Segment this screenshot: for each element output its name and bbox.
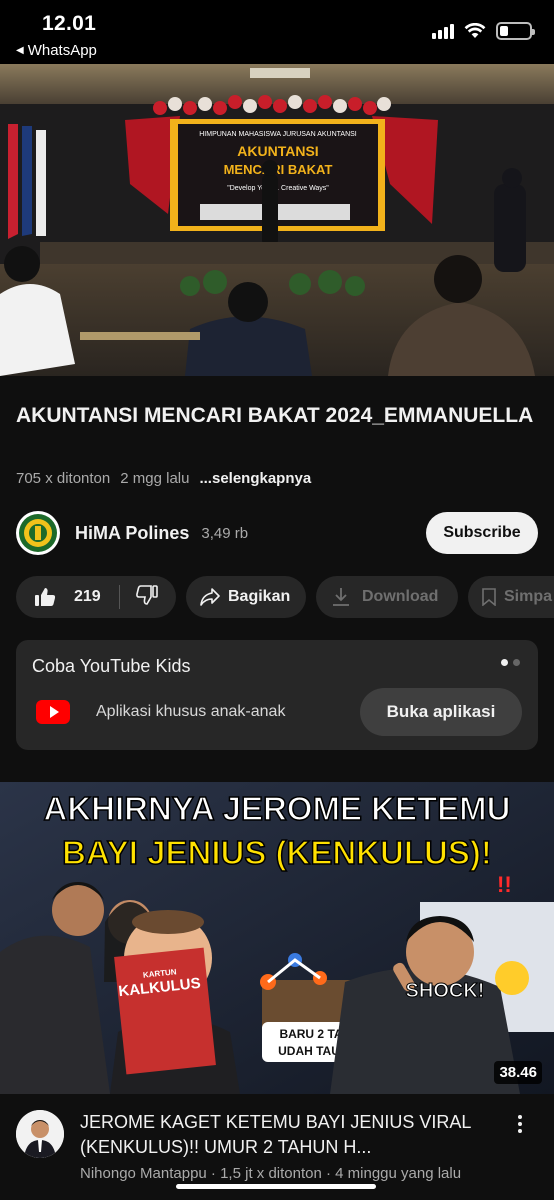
status-time: 12.01 — [42, 12, 97, 35]
youtube-kids-icon — [36, 700, 70, 724]
video-duration: 38.46 — [494, 1061, 542, 1084]
next-channel-avatar[interactable] — [16, 1110, 64, 1158]
battery-icon — [496, 22, 535, 40]
next-video-meta: Nihongo Mantappu · 1,5 jt x ditonton · 4… — [80, 1165, 462, 1182]
download-button[interactable]: Download — [316, 576, 458, 618]
open-app-button[interactable]: Buka aplikasi — [360, 688, 522, 736]
save-button[interactable]: Simpa — [468, 576, 554, 618]
wifi-icon — [464, 23, 486, 38]
back-to-app[interactable]: ◀ WhatsApp — [16, 42, 97, 59]
channel-name[interactable]: HiMA Polines — [75, 523, 189, 544]
kids-card-subtitle: Aplikasi khusus anak-anak — [96, 703, 286, 720]
like-divider — [118, 585, 120, 609]
status-bar: 12.01 ◀ WhatsApp — [0, 0, 554, 64]
upload-age: 2 mgg lalu — [120, 470, 190, 487]
next-video-title[interactable]: JEROME KAGET KETEMU BAYI JENIUS VIRAL (K… — [80, 1110, 500, 1160]
more-options-icon[interactable] — [510, 1112, 530, 1136]
download-icon — [333, 588, 349, 606]
next-video-thumbnail[interactable]: AKHIRNYA JEROME KETEMU BAYI JENIUS (KENK… — [0, 782, 554, 1094]
signal-icon — [432, 23, 454, 39]
banner-tagline: "Develop Your ... Creative Ways" — [227, 185, 329, 192]
save-label: Simpa — [504, 588, 553, 605]
status-icons — [432, 22, 535, 40]
thumb-headline2: BAYI JENIUS (KENKULUS)! — [62, 834, 492, 871]
home-indicator — [176, 1184, 376, 1189]
dislike-button[interactable] — [135, 584, 158, 610]
like-dislike-group: 219 — [16, 576, 176, 618]
thumb-headline1: AKHIRNYA JEROME KETEMU — [44, 790, 511, 827]
share-label: Bagikan — [228, 588, 291, 605]
action-row: 219 Bagikan Download Simpa — [16, 576, 554, 618]
banner-line2: AKUNTANSI — [237, 143, 318, 159]
subscribe-button[interactable]: Subscribe — [426, 512, 538, 554]
share-icon — [200, 588, 220, 606]
carousel-dots — [501, 659, 520, 666]
like-count: 219 — [74, 588, 101, 605]
channel-logo-icon — [19, 514, 57, 552]
video-frame: HIMPUNAN MAHASISWA JURUSAN AKUNTANSI AKU… — [0, 64, 554, 376]
kids-card-title: Coba YouTube Kids — [32, 656, 191, 676]
video-player[interactable]: HIMPUNAN MAHASISWA JURUSAN AKUNTANSI AKU… — [0, 64, 554, 376]
banner-line3: MENCARI BAKAT — [224, 162, 333, 177]
svg-text:!!: !! — [497, 872, 512, 897]
video-meta[interactable]: 705 x ditonton 2 mgg lalu ...selengkapny… — [16, 470, 311, 487]
channel-row: HiMA Polines 3,49 rb Subscribe — [16, 510, 538, 556]
like-button[interactable]: 219 — [16, 587, 101, 607]
thumbnail-image: AKHIRNYA JEROME KETEMU BAYI JENIUS (KENK… — [0, 782, 554, 1094]
view-count: 705 x ditonton — [16, 470, 111, 487]
back-app-label: WhatsApp — [27, 42, 97, 59]
youtube-kids-card: Coba YouTube Kids Aplikasi khusus anak-a… — [16, 640, 538, 750]
thumbs-down-icon — [135, 584, 158, 605]
share-button[interactable]: Bagikan — [186, 576, 306, 618]
thumb-shock: SHOCK! — [406, 980, 485, 1002]
download-label: Download — [362, 588, 439, 605]
channel-avatar[interactable] — [16, 511, 60, 555]
bookmark-icon — [482, 588, 496, 606]
subscriber-count: 3,49 rb — [201, 524, 249, 542]
more-description-link[interactable]: ...selengkapnya — [199, 470, 311, 487]
back-arrow-icon: ◀ — [16, 45, 24, 56]
channel-avatar-image — [16, 1110, 64, 1158]
thumbs-up-icon — [35, 588, 56, 606]
video-title: AKUNTANSI MENCARI BAKAT 2024_EMMANUELLA — [16, 404, 534, 427]
banner-line1: HIMPUNAN MAHASISWA JURUSAN AKUNTANSI — [199, 131, 357, 138]
